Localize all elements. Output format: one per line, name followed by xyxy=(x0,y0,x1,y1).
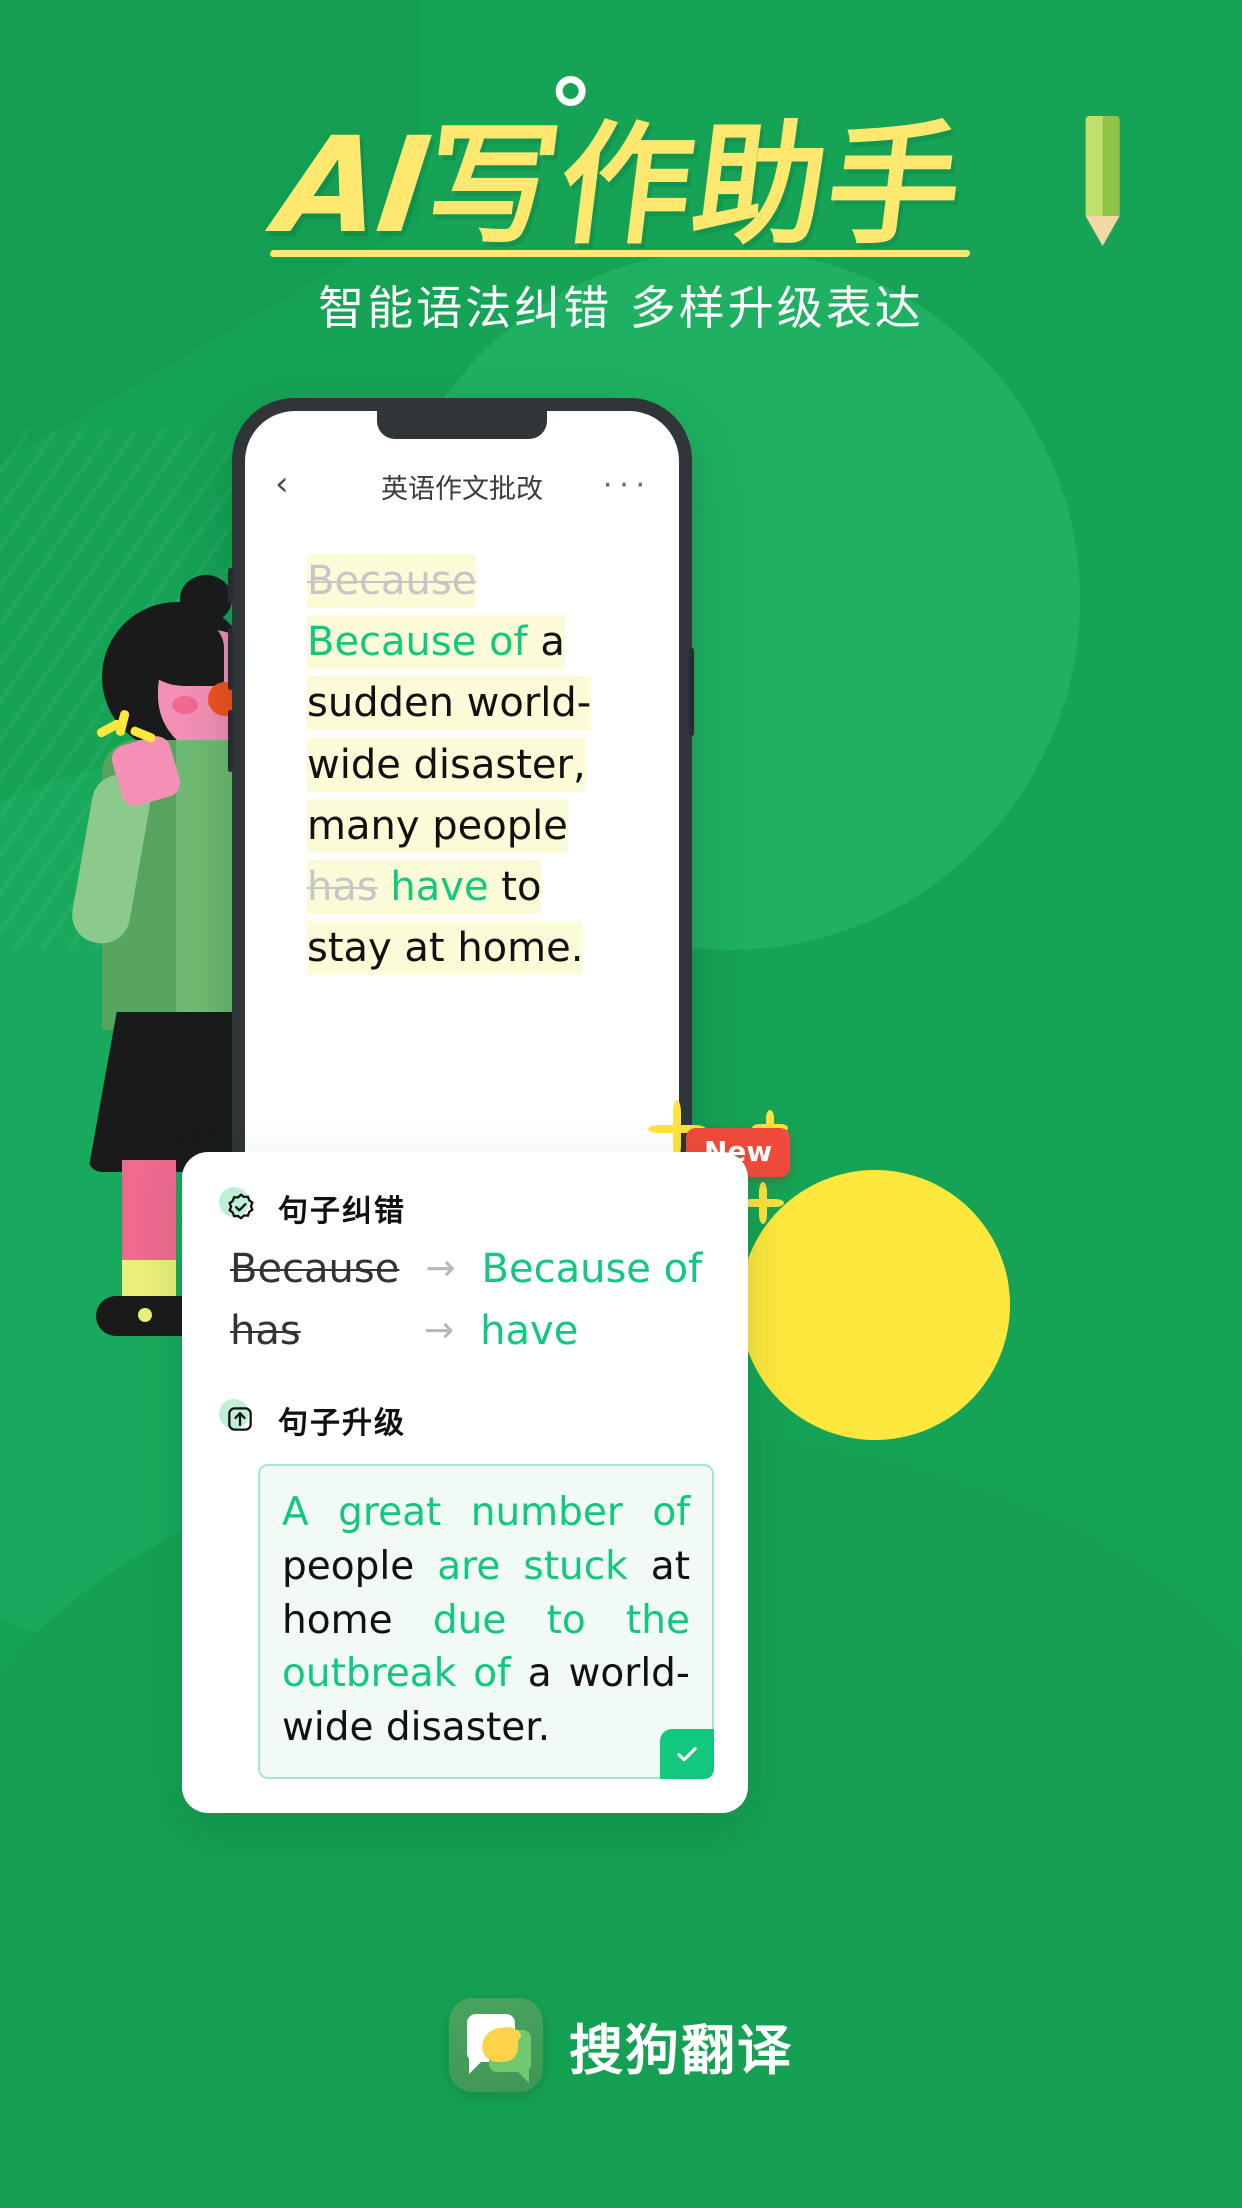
upgrade-suggestion-box[interactable]: A great number of people are stuck at ho… xyxy=(258,1464,714,1780)
essay-inserted-word-1: Because of xyxy=(307,615,528,670)
sparkle-icon xyxy=(95,708,158,754)
arrow-right-icon: → xyxy=(425,1248,456,1289)
essay-text: Because Because of a sudden world-wide d… xyxy=(307,551,637,979)
accept-suggestion-button[interactable] xyxy=(660,1729,714,1780)
correction-section-title: 句子纠错 xyxy=(278,1194,406,1229)
brand-footer: 搜狗翻译 xyxy=(0,1998,1242,2092)
arrow-right-icon: → xyxy=(424,1310,455,1351)
pencil-icon xyxy=(1085,116,1120,246)
essay-deleted-word-1: Because xyxy=(307,554,477,608)
title-underline xyxy=(269,250,971,257)
brand-name: 搜狗翻译 xyxy=(569,2018,793,2082)
arrow-up-box-icon xyxy=(219,1399,258,1437)
check-badge-icon xyxy=(219,1187,258,1225)
correction-section-header: 句子纠错 xyxy=(219,1186,748,1230)
sogou-translate-logo-icon xyxy=(449,1998,543,2092)
page-title: AI写作助手 xyxy=(259,76,1120,263)
correction-from: Because xyxy=(230,1246,400,1292)
suggestion-card: 句子纠错 Because → Because of has → have 句子升… xyxy=(182,1152,748,1814)
headline-cn-text: 写作助手 xyxy=(417,109,973,263)
phone-notch xyxy=(377,411,547,439)
essay-deleted-word-2: has xyxy=(307,859,378,914)
correction-from: has xyxy=(230,1308,301,1354)
headline-block: AI写作助手 xyxy=(0,76,1242,263)
table-row: has → have xyxy=(230,1308,748,1354)
app-navbar: ‹ 英语作文批改 ··· xyxy=(245,457,679,513)
upgrade-part-1: A great number of xyxy=(282,1490,690,1535)
ellipsis-icon[interactable]: ··· xyxy=(602,466,651,500)
table-row: Because → Because of xyxy=(230,1246,748,1292)
circle-accent-icon xyxy=(556,76,587,106)
essay-inserted-word-2: have xyxy=(390,859,489,914)
correction-to: Because of xyxy=(481,1246,703,1292)
upgrade-part-3: are stuck xyxy=(437,1543,651,1589)
correction-to: have xyxy=(480,1308,579,1354)
poster-root: AI写作助手 智能语法纠错 多样升级表达 ‹ 英语作文批改 ··· Becaus… xyxy=(0,0,1242,2208)
page-subtitle: 智能语法纠错 多样升级表达 xyxy=(318,281,924,335)
headline-ai-text: AI xyxy=(269,109,437,263)
upgrade-section-header: 句子升级 xyxy=(219,1398,748,1442)
upgrade-section-title: 句子升级 xyxy=(278,1406,406,1441)
sparkle-icon-medium xyxy=(742,1182,784,1224)
upgrade-part-2: people xyxy=(282,1543,438,1589)
